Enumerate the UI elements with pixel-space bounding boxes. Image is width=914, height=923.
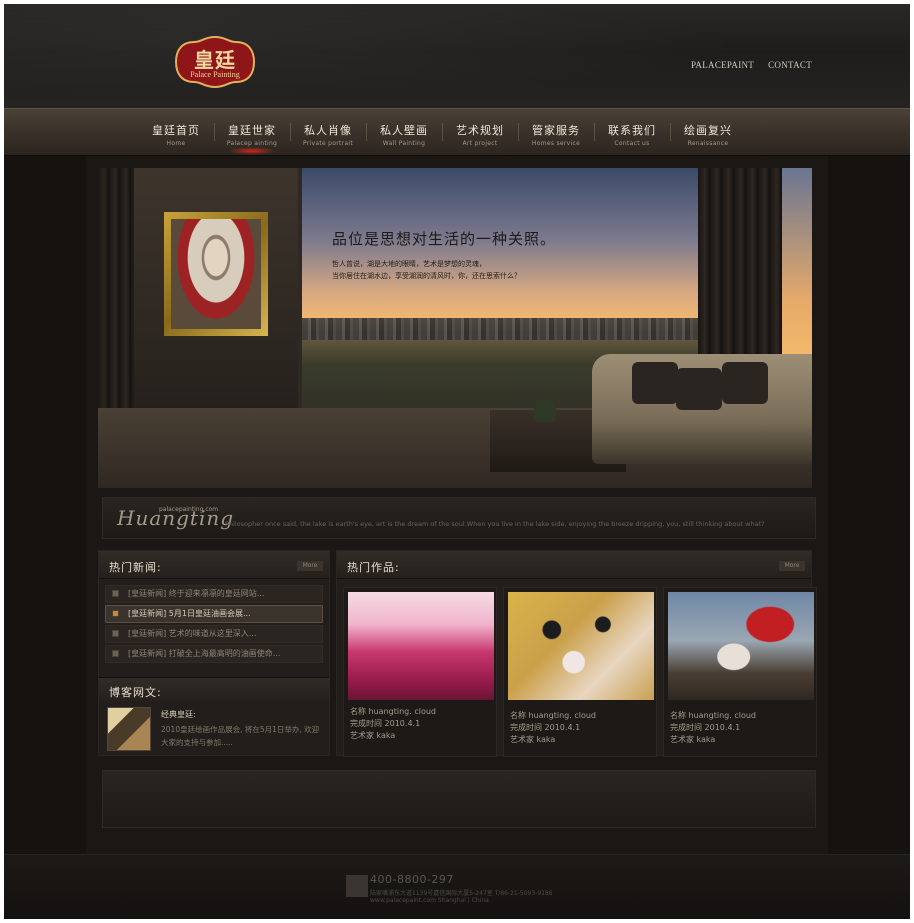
work-date: 完成时间 2010.4.1 xyxy=(510,723,581,732)
works-panel: 热门作品: More 名称 huangting. cloud 完成时间 2010… xyxy=(336,550,817,757)
news-panel-header: 热门新闻: More xyxy=(99,551,329,579)
works-panel-title: 热门作品: xyxy=(347,561,400,574)
footer-logo-icon xyxy=(346,875,368,897)
main-nav: 皇廷首页 Home 皇廷世家 Palacep ainting 私人肖像 Priv… xyxy=(4,108,910,156)
news-item-text: [皇廷新闻] 打破全上海最高明的油画使命... xyxy=(128,649,281,658)
hero-text: 哲人曾说，湖是大地的眼睛，艺术是梦想的灵魂， 当你居住在湖水边，享受湖润的清风时… xyxy=(332,258,521,282)
news-list: [皇廷新闻] 终于迎来凛凛的皇廷网站... [皇廷新闻] 5月1日皇廷油画会展.… xyxy=(99,579,329,663)
nav-label: 皇廷世家 xyxy=(228,124,276,137)
nav-label: 私人壁画 xyxy=(380,124,428,137)
slogan-strip: Huangting palacepainting.com Philosopher… xyxy=(102,497,816,539)
nav-label: 绘画复兴 xyxy=(684,124,732,137)
news-more-button[interactable]: More xyxy=(297,561,323,571)
nav-item-art-project[interactable]: 艺术规划 Art project xyxy=(442,109,518,157)
news-item[interactable]: [皇廷新闻] 艺术的味道从这里深入... xyxy=(105,625,323,643)
work-card[interactable]: 名称 huangting. cloud 完成时间 2010.4.1 艺术家 ka… xyxy=(343,587,497,757)
work-image[interactable] xyxy=(348,592,494,700)
work-meta: 名称 huangting. cloud 完成时间 2010.4.1 艺术家 ka… xyxy=(508,710,652,746)
work-meta: 名称 huangting. cloud 完成时间 2010.4.1 艺术家 ka… xyxy=(348,706,492,742)
nav-sublabel: Homes service xyxy=(531,140,581,147)
site-footer: 400-8800-297 陆家嘴浦东大道1139号嘉信国际大厦5-247室 T/… xyxy=(4,854,910,919)
work-artist: 艺术家 kaka xyxy=(670,735,716,744)
logo-chinese-text: 皇廷 xyxy=(194,48,236,72)
footer-phone: 400-8800-297 xyxy=(370,873,454,886)
news-panel-title: 热门新闻: xyxy=(109,561,162,574)
work-artist: 艺术家 kaka xyxy=(350,731,396,740)
nav-sublabel: Home xyxy=(166,140,186,147)
news-panel: 热门新闻: More [皇廷新闻] 终于迎来凛凛的皇廷网站... [皇廷新闻] … xyxy=(98,550,330,756)
site-header: 皇廷 Palace Painting PALACEPAINT CONTACT xyxy=(4,4,910,108)
nav-sublabel: Palacep ainting xyxy=(226,140,278,147)
nav-item-wall-painting[interactable]: 私人壁画 Wall Painting xyxy=(366,109,442,157)
bullet-icon xyxy=(112,610,119,617)
work-date: 完成时间 2010.4.1 xyxy=(670,723,741,732)
blog-post-title[interactable]: 经典皇廷: xyxy=(161,709,196,720)
nav-label: 联系我们 xyxy=(608,124,656,137)
top-link-palacepaint[interactable]: PALACEPAINT xyxy=(691,60,754,70)
works-panel-header: 热门作品: More xyxy=(337,551,811,579)
framed-portrait xyxy=(164,212,268,336)
work-date: 完成时间 2010.4.1 xyxy=(350,719,421,728)
work-name: 名称 huangting. cloud xyxy=(350,707,436,716)
sunset-view xyxy=(782,168,812,358)
work-artist: 艺术家 kaka xyxy=(510,735,556,744)
lower-content-box xyxy=(102,770,816,828)
nav-sublabel: Contact us xyxy=(614,140,650,147)
work-card[interactable]: 名称 huangting. cloud 完成时间 2010.4.1 艺术家 ka… xyxy=(503,587,657,757)
brand-url: palacepainting.com xyxy=(159,506,219,513)
nav-sublabel: Private portrait xyxy=(302,140,354,147)
work-name: 名称 huangting. cloud xyxy=(510,711,596,720)
nav-sublabel: Renaissance xyxy=(687,140,729,147)
news-item[interactable]: [皇廷新闻] 5月1日皇廷油画会展... xyxy=(105,605,323,623)
work-name: 名称 huangting. cloud xyxy=(670,711,756,720)
nav-sublabel: Wall Painting xyxy=(382,140,426,147)
hero-title: 品位是思想对生活的一种关照。 xyxy=(332,230,557,248)
news-item[interactable]: [皇廷新闻] 终于迎来凛凛的皇廷网站... xyxy=(105,585,323,603)
blog-post-excerpt: 2010皇廷绘画作品展会, 将在5月1日举办, 欢迎大家的支持与参加..... xyxy=(161,725,320,747)
news-item-text: [皇廷新闻] 终于迎来凛凛的皇廷网站... xyxy=(128,589,265,598)
top-link-contact[interactable]: CONTACT xyxy=(768,60,812,70)
sofa xyxy=(592,354,812,464)
blog-thumbnail[interactable] xyxy=(107,707,151,751)
work-image[interactable] xyxy=(668,592,814,700)
footer-copyright: www.palacepaint.com Shanghai | China xyxy=(370,897,489,904)
news-item-text: [皇廷新闻] 5月1日皇廷油画会展... xyxy=(128,609,251,618)
hero-line-2: 当你居住在湖水边，享受湖润的清风时，你，还在思索什么？ xyxy=(332,272,521,280)
nav-label: 艺术规划 xyxy=(456,124,504,137)
work-card[interactable]: 名称 huangting. cloud 完成时间 2010.4.1 艺术家 ka… xyxy=(663,587,817,757)
works-grid: 名称 huangting. cloud 完成时间 2010.4.1 艺术家 ka… xyxy=(343,587,817,757)
nav-item-home[interactable]: 皇廷首页 Home xyxy=(138,109,214,157)
nav-label: 皇廷首页 xyxy=(152,124,200,137)
work-image[interactable] xyxy=(508,592,654,700)
hero-banner: 品位是思想对生活的一种关照。 哲人曾说，湖是大地的眼睛，艺术是梦想的灵魂， 当你… xyxy=(98,168,812,488)
blog-panel-header: 博客网文: xyxy=(99,677,329,701)
table-plant xyxy=(534,398,556,422)
nav-label: 管家服务 xyxy=(532,124,580,137)
news-item[interactable]: [皇廷新闻] 打破全上海最高明的油画使命... xyxy=(105,645,323,663)
hero-line-1: 哲人曾说，湖是大地的眼睛，艺术是梦想的灵魂， xyxy=(332,260,486,268)
top-links: PALACEPAINT CONTACT xyxy=(691,60,812,70)
bullet-icon xyxy=(112,630,119,637)
blog-panel-title: 博客网文: xyxy=(109,686,162,699)
page-frame: 皇廷 Palace Painting PALACEPAINT CONTACT 皇… xyxy=(4,4,910,919)
footer-address: 陆家嘴浦东大道1139号嘉信国际大厦5-247室 T/86-21-5093-91… xyxy=(370,890,553,897)
nav-item-contact-us[interactable]: 联系我们 Contact us xyxy=(594,109,670,157)
nav-item-homes-service[interactable]: 管家服务 Homes service xyxy=(518,109,594,157)
nav-item-private-portrait[interactable]: 私人肖像 Private portrait xyxy=(290,109,366,157)
news-item-text: [皇廷新闻] 艺术的味道从这里深入... xyxy=(128,629,257,638)
nav-item-palace-painting[interactable]: 皇廷世家 Palacep ainting xyxy=(214,109,290,157)
site-logo[interactable]: 皇廷 Palace Painting xyxy=(174,35,256,89)
logo-english-text: Palace Painting xyxy=(190,70,240,79)
work-meta: 名称 huangting. cloud 完成时间 2010.4.1 艺术家 ka… xyxy=(668,710,812,746)
nav-item-renaissance[interactable]: 绘画复兴 Renaissance xyxy=(670,109,746,157)
slogan-text: Philosopher once said, the lake is earth… xyxy=(225,520,765,528)
bullet-icon xyxy=(112,590,119,597)
nav-sublabel: Art project xyxy=(462,140,498,147)
nav-label: 私人肖像 xyxy=(304,124,352,137)
right-curtain xyxy=(698,168,782,358)
bullet-icon xyxy=(112,650,119,657)
works-more-button[interactable]: More xyxy=(779,561,805,571)
